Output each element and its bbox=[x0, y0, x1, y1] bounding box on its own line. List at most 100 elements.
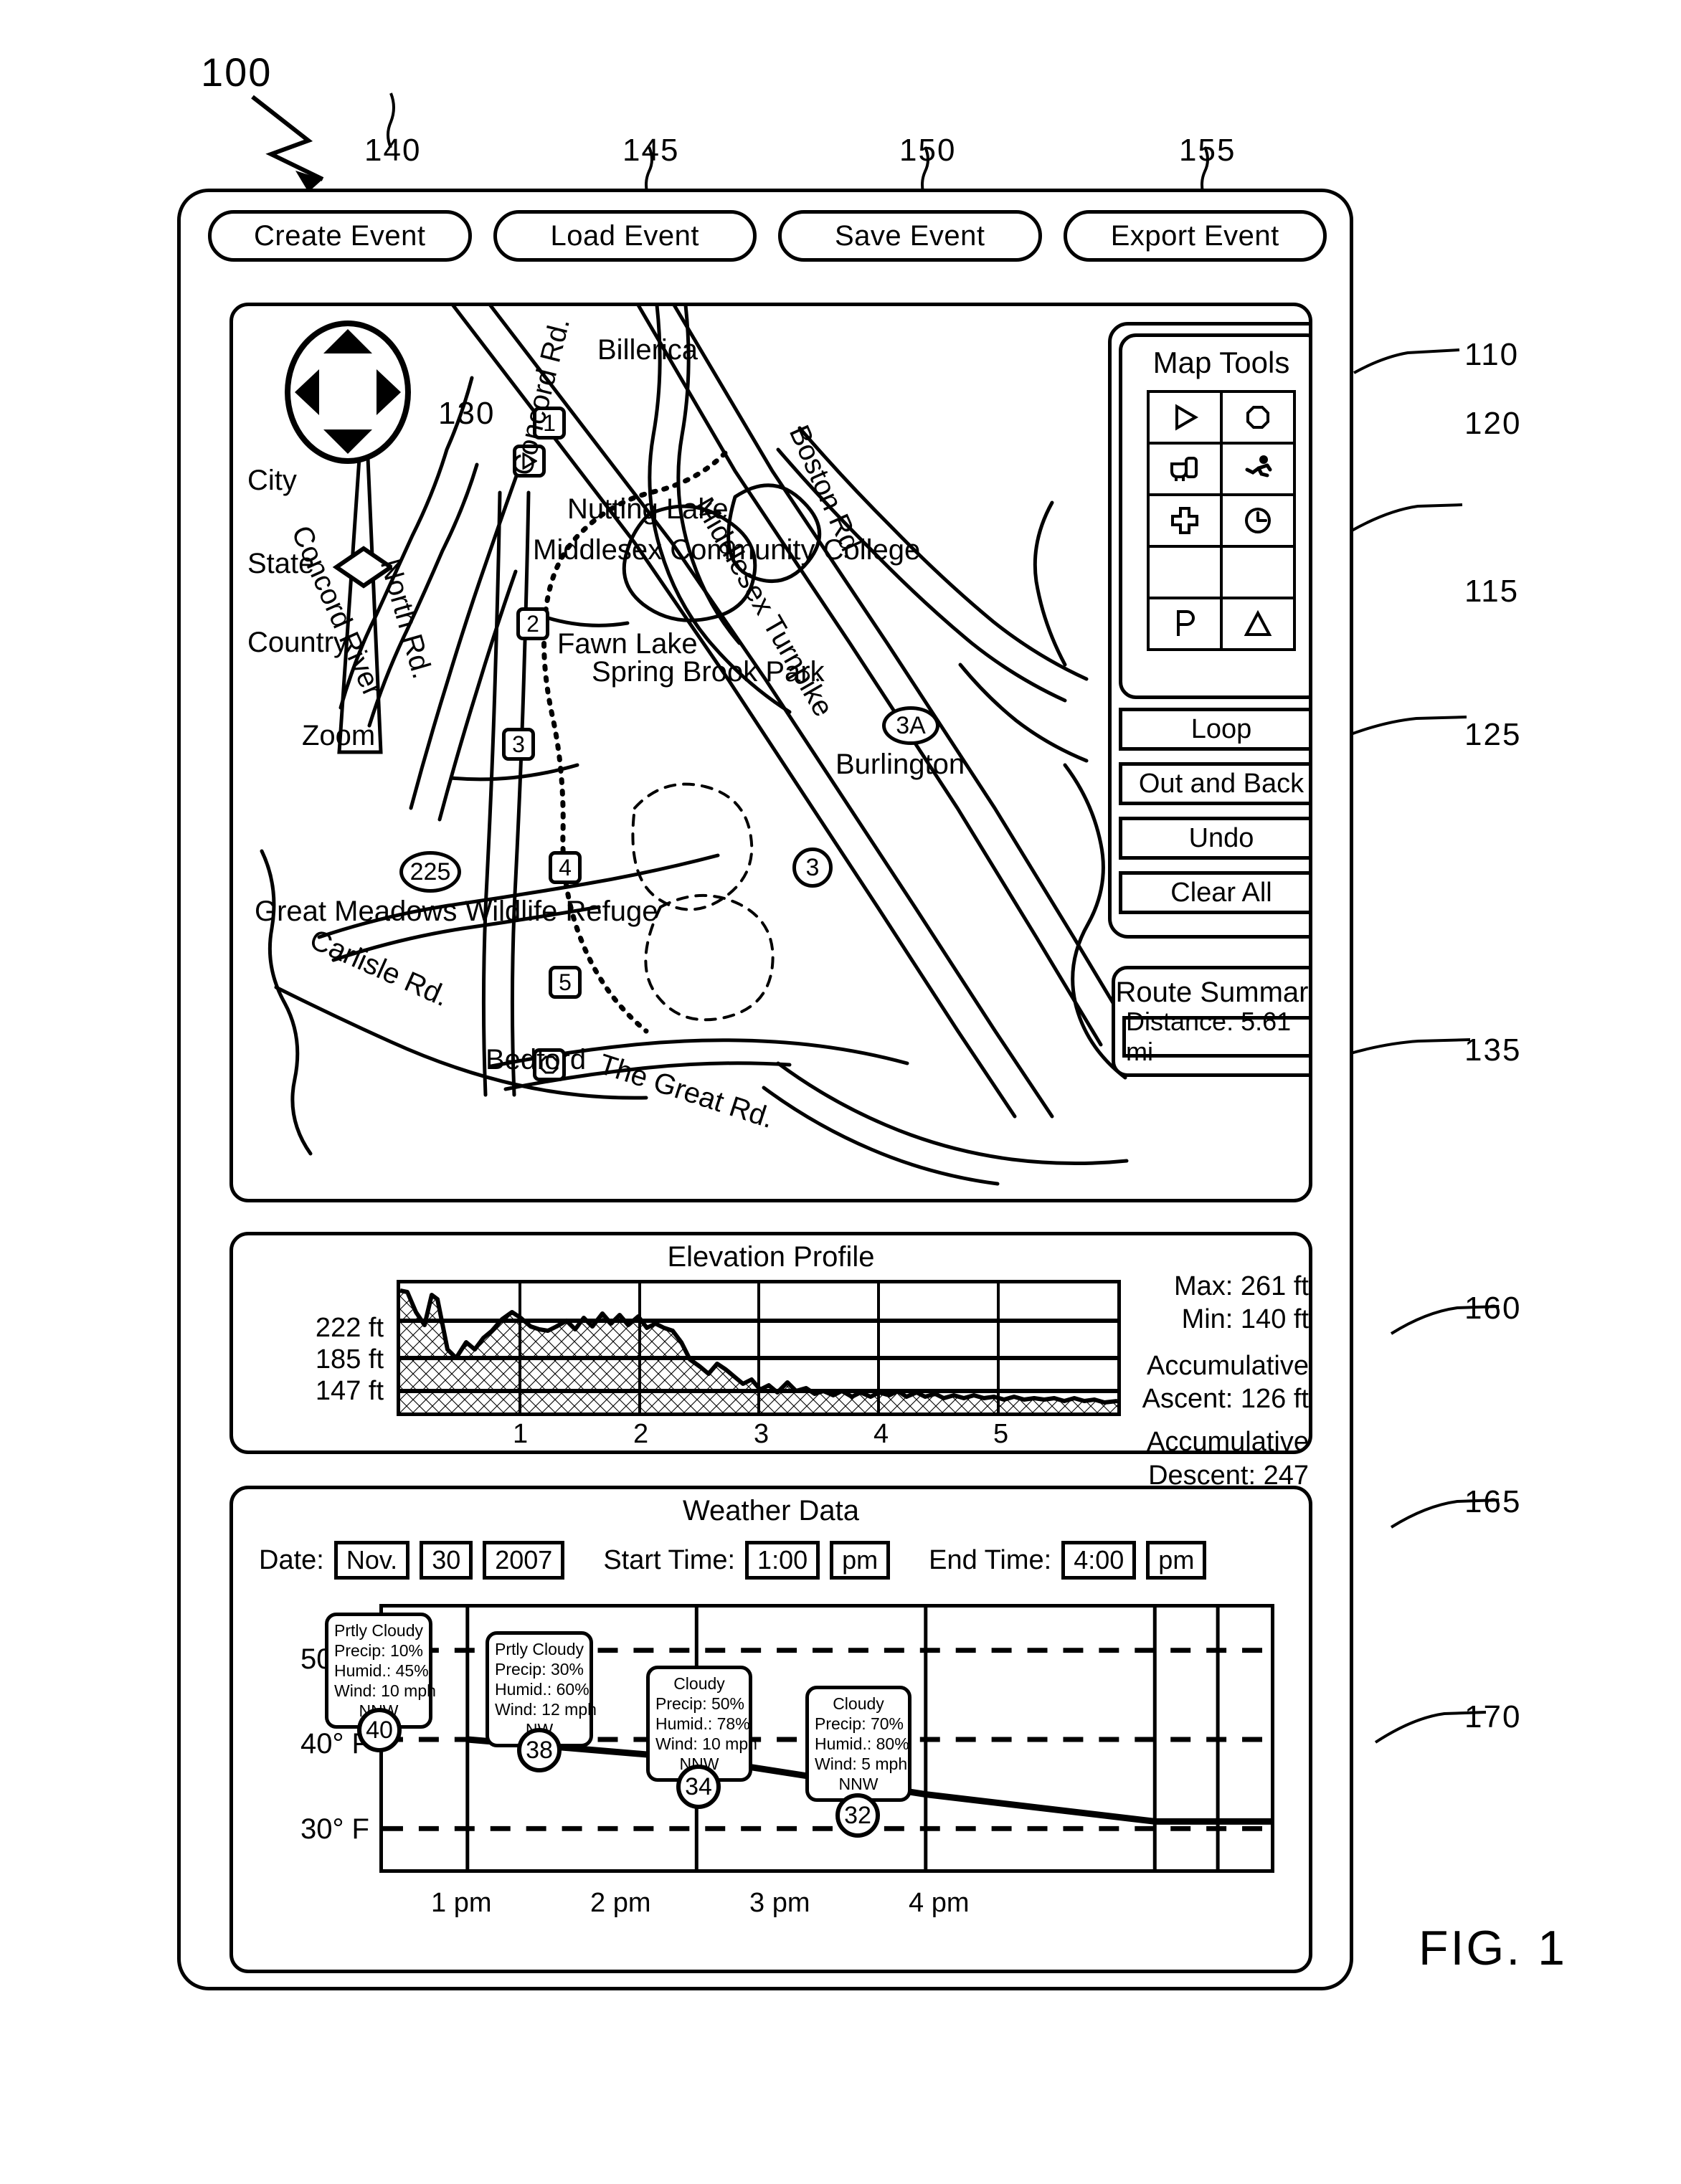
ref-tool-grid: 115 bbox=[1464, 574, 1520, 609]
map-panel[interactable]: City State Country Zoom 130 1 2 3 4 5 3A… bbox=[229, 303, 1312, 1202]
waypoint-5[interactable]: 5 bbox=[549, 966, 582, 999]
elevation-xtick-1: 1 bbox=[513, 1419, 529, 1449]
elevation-ascent-value: Ascent: 126 ft bbox=[1142, 1384, 1309, 1415]
temp-node-1pm: 40 bbox=[357, 1708, 402, 1752]
callout-precip: Precip: 70% bbox=[815, 1714, 904, 1734]
end-ampm-field[interactable]: pm bbox=[1146, 1541, 1207, 1580]
date-label: Date: bbox=[259, 1544, 324, 1575]
elevation-xtick-2: 2 bbox=[633, 1419, 649, 1449]
callout-sky: Prtly Cloudy bbox=[334, 1621, 423, 1640]
undo-button[interactable]: Undo bbox=[1119, 817, 1309, 860]
date-month-field[interactable]: Nov. bbox=[333, 1541, 410, 1580]
zoom-label: Zoom bbox=[302, 720, 376, 751]
waypoint-4[interactable]: 4 bbox=[549, 851, 582, 884]
elevation-plot bbox=[399, 1283, 1118, 1413]
blank-tool-icon[interactable] bbox=[1150, 548, 1220, 597]
weather-panel: Weather Data Date: Nov. 30 2007 Start Ti… bbox=[229, 1486, 1312, 1973]
export-event-button[interactable]: Export Event bbox=[1063, 210, 1327, 262]
create-event-button[interactable]: Create Event bbox=[208, 210, 472, 262]
map-pan-control[interactable] bbox=[285, 321, 411, 464]
medical-cross-icon[interactable] bbox=[1150, 496, 1220, 545]
save-event-button[interactable]: Save Event bbox=[778, 210, 1042, 262]
map-tools-grid bbox=[1147, 390, 1296, 651]
ref-route-buttons: 125 bbox=[1464, 717, 1522, 752]
out-and-back-button[interactable]: Out and Back bbox=[1119, 762, 1309, 805]
callout-wind: Wind: 10 mph bbox=[334, 1681, 436, 1701]
zoom-level-city[interactable]: City bbox=[247, 465, 297, 496]
date-day-field[interactable]: 30 bbox=[420, 1541, 473, 1580]
place-label-bedford: Bedford bbox=[486, 1044, 587, 1076]
callout-wind: Wind: 12 mph bbox=[495, 1700, 597, 1719]
temp-node-3pm: 34 bbox=[676, 1765, 721, 1809]
octagon-stop-icon[interactable] bbox=[1223, 393, 1293, 442]
route-summary-title: Route Summary bbox=[1115, 977, 1312, 1008]
ref-pan-zoom: 130 bbox=[438, 396, 496, 431]
ref-route-summary: 135 bbox=[1464, 1032, 1522, 1068]
start-time-label: Start Time: bbox=[603, 1544, 736, 1575]
elevation-ytick-147: 147 ft bbox=[315, 1376, 384, 1406]
place-label-nutting-lake: Nutting Lake bbox=[567, 493, 729, 525]
ref-elevation-panel: 160 bbox=[1464, 1291, 1522, 1326]
pan-right-icon[interactable] bbox=[377, 369, 401, 415]
pan-down-icon[interactable] bbox=[323, 429, 372, 454]
weather-xtick-2pm: 2 pm bbox=[590, 1888, 651, 1918]
callout-sky: Cloudy bbox=[673, 1674, 725, 1693]
ref-save-event: 150 bbox=[899, 133, 957, 168]
elevation-chart bbox=[397, 1280, 1121, 1416]
end-time-field[interactable]: 4:00 bbox=[1061, 1541, 1137, 1580]
waypoint-3[interactable]: 3 bbox=[502, 728, 535, 761]
callout-precip: Precip: 30% bbox=[495, 1660, 584, 1679]
place-label-middlesex-cc: Middlesex Community College bbox=[533, 534, 921, 566]
route-shield-3a: 3A bbox=[882, 706, 939, 745]
weather-title: Weather Data bbox=[682, 1495, 860, 1527]
elevation-descent-label: Accumulative bbox=[1147, 1427, 1309, 1458]
loop-button[interactable]: Loop bbox=[1119, 708, 1309, 751]
blank-tool-icon[interactable] bbox=[1223, 548, 1293, 597]
place-label-great-meadows: Great Meadows Wildlife Refuge bbox=[255, 896, 658, 927]
ref-system: 100 bbox=[201, 49, 273, 95]
figure-label: FIG. 1 bbox=[1419, 1921, 1567, 1975]
pan-up-icon[interactable] bbox=[323, 329, 372, 353]
end-time-label: End Time: bbox=[929, 1544, 1052, 1575]
restroom-icon[interactable] bbox=[1150, 445, 1220, 493]
elevation-max: Max: 261 ft bbox=[1174, 1271, 1309, 1301]
map-tools-panel: Map Tools bbox=[1119, 333, 1309, 699]
main-toolbar: Create Event Load Event Save Event Expor… bbox=[208, 210, 1327, 262]
ref-create-event: 140 bbox=[364, 133, 422, 168]
weather-ytick-30: 30° F bbox=[300, 1813, 369, 1845]
clear-all-button[interactable]: Clear All bbox=[1119, 871, 1309, 914]
triangle-icon[interactable] bbox=[1223, 599, 1293, 648]
runner-icon[interactable] bbox=[1223, 445, 1293, 493]
ref-load-event: 145 bbox=[622, 133, 680, 168]
load-event-button[interactable]: Load Event bbox=[493, 210, 757, 262]
route-tools: Loop Out and Back Undo Clear All bbox=[1119, 708, 1309, 926]
weather-xtick-4pm: 4 pm bbox=[909, 1888, 970, 1918]
place-label-burlington: Burlington bbox=[835, 749, 965, 780]
callout-humidity: Humid.: 60% bbox=[495, 1680, 589, 1699]
elevation-xtick-5: 5 bbox=[993, 1419, 1009, 1449]
route-shield-3: 3 bbox=[792, 848, 833, 888]
waypoint-2[interactable]: 2 bbox=[516, 607, 549, 640]
date-year-field[interactable]: 2007 bbox=[483, 1541, 565, 1580]
map-tools-title: Map Tools bbox=[1152, 346, 1290, 379]
clock-icon[interactable] bbox=[1223, 496, 1293, 545]
elevation-xtick-3: 3 bbox=[754, 1419, 770, 1449]
route-summary-panel: Route Summary Distance: 5.61 mi bbox=[1112, 966, 1312, 1077]
ref-runner-tool: 120 bbox=[1464, 406, 1522, 441]
callout-precip: Precip: 10% bbox=[334, 1641, 424, 1661]
parking-icon[interactable] bbox=[1150, 599, 1220, 648]
place-label-spring-brook-park: Spring Brook Park bbox=[592, 656, 825, 688]
start-ampm-field[interactable]: pm bbox=[830, 1541, 891, 1580]
pan-left-icon[interactable] bbox=[295, 369, 319, 415]
start-time-field[interactable]: 1:00 bbox=[745, 1541, 820, 1580]
callout-sky: Cloudy bbox=[833, 1694, 884, 1713]
ref-map-panel: 110 bbox=[1464, 337, 1520, 372]
weather-callout-4pm: Cloudy Precip: 70% Humid.: 80% Wind: 5 m… bbox=[805, 1686, 911, 1803]
temp-node-2pm: 38 bbox=[517, 1728, 562, 1772]
callout-wind: Wind: 10 mph bbox=[655, 1734, 757, 1754]
weather-xtick-1pm: 1 pm bbox=[431, 1888, 492, 1918]
elevation-ytick-185: 185 ft bbox=[315, 1344, 384, 1375]
play-triangle-icon[interactable] bbox=[1150, 393, 1220, 442]
elevation-ytick-222: 222 ft bbox=[315, 1313, 384, 1343]
route-shield-225: 225 bbox=[399, 851, 461, 893]
